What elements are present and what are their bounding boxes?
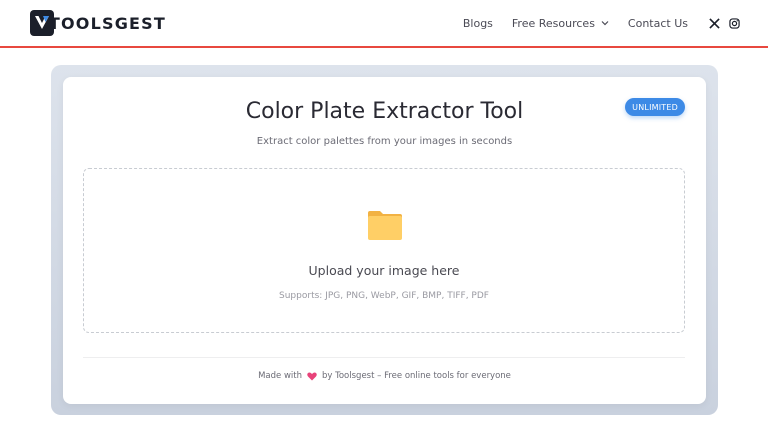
folder-icon <box>368 211 402 240</box>
page-title: Color Plate Extractor Tool <box>245 99 524 124</box>
nav-blogs[interactable]: Blogs <box>463 17 493 30</box>
card-footer: Made with by Toolsgest – Free online too… <box>63 371 706 381</box>
chevron-down-icon <box>601 21 609 26</box>
social-links <box>709 17 740 29</box>
logo-mark <box>30 10 168 37</box>
nav-free-resources[interactable]: Free Resources <box>512 17 609 30</box>
nav-contact-us[interactable]: Contact Us <box>628 17 688 30</box>
instagram-icon[interactable] <box>729 17 740 29</box>
site-logo[interactable]: TOOLSGEST <box>30 9 168 37</box>
logo-text: TOOLSGEST <box>48 13 166 33</box>
upload-title: Upload your image here <box>308 263 460 278</box>
nav-free-resources-label: Free Resources <box>511 16 595 30</box>
x-icon[interactable] <box>709 17 720 29</box>
tool-card: UNLIMITED Color Plate Extractor Tool Ext… <box>63 77 706 404</box>
site-header: TOOLSGEST Blogs Free Resources Contact U… <box>0 0 768 48</box>
footer-prefix: Made with <box>258 371 302 381</box>
heart-icon <box>307 372 317 380</box>
main-nav: Blogs Free Resources Contact Us <box>463 0 740 46</box>
upload-dropzone[interactable]: Upload your image here Supports: JPG, PN… <box>83 168 685 333</box>
footer-suffix: by Toolsgest – Free online tools for eve… <box>321 371 511 381</box>
upload-formats: Supports: JPG, PNG, WebP, GIF, BMP, TIFF… <box>279 291 489 301</box>
footer-divider <box>83 357 685 358</box>
page-subtitle: Extract color palettes from your images … <box>256 136 513 147</box>
